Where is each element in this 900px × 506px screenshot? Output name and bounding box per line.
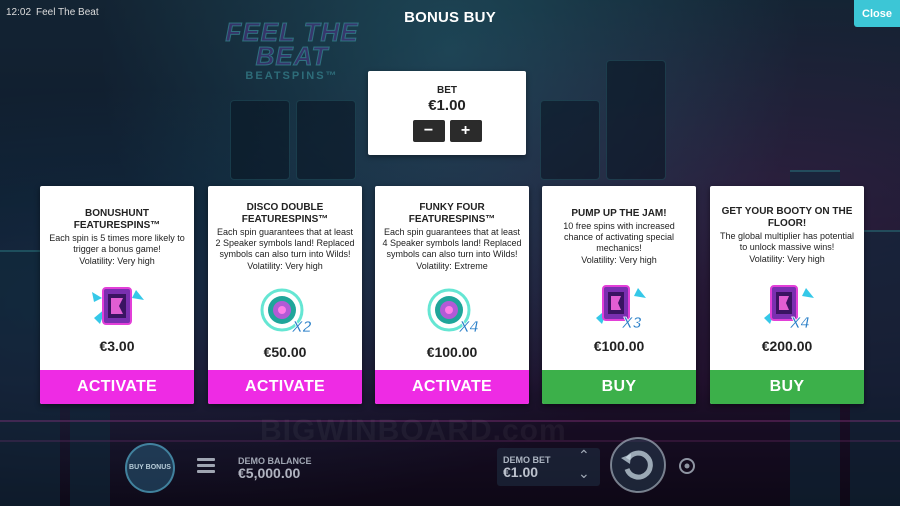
card-volatility: Volatility: Very high xyxy=(79,256,155,266)
card-volatility: Volatility: Very high xyxy=(581,255,657,265)
card-title: PUMP UP THE JAM! xyxy=(571,208,667,219)
card-price: €200.00 xyxy=(761,338,813,354)
demo-bet-value: €1.00 xyxy=(503,464,539,480)
page-title: BONUS BUY xyxy=(404,9,496,26)
bet-decrease-button[interactable]: − xyxy=(412,120,445,142)
buy-button[interactable]: BUY xyxy=(710,370,864,404)
activate-button[interactable]: ACTIVATE xyxy=(208,370,362,404)
bet-up-chevron-icon[interactable]: ⌃ xyxy=(578,447,590,464)
card-price: €100.00 xyxy=(593,338,645,354)
card-volatility: Volatility: Very high xyxy=(749,254,825,264)
icon-multiplier-label: X4 xyxy=(789,315,810,332)
bet-selector: BET €1.00 − + xyxy=(368,71,526,155)
bet-increase-button[interactable]: + xyxy=(449,120,482,142)
bet-value: €1.00 xyxy=(428,97,466,114)
disco-x4-icon: X4 xyxy=(421,284,483,340)
spin-icon xyxy=(610,437,666,493)
spin-button[interactable] xyxy=(609,436,667,494)
bonus-card-get-your-booty: GET YOUR BOOTY ON THE FLOOR! The global … xyxy=(710,186,864,404)
bet-controls: − + xyxy=(368,120,526,142)
card-description: Each spin guarantees that at least 2 Spe… xyxy=(215,227,355,259)
bonus-card-disco-double: DISCO DOUBLE FEATURESPINS™ Each spin gua… xyxy=(208,186,362,404)
bet-label: BET xyxy=(437,85,457,96)
card-price: €3.00 xyxy=(99,338,135,354)
speaker-x4-icon: X4 xyxy=(756,278,818,334)
autoplay-icon[interactable] xyxy=(677,456,697,476)
icon-multiplier-label: X2 xyxy=(291,319,312,336)
card-price: €100.00 xyxy=(426,344,478,360)
card-title: DISCO DOUBLE FEATURESPINS™ xyxy=(241,202,329,225)
icon-multiplier-label: X3 xyxy=(621,315,642,332)
buy-bonus-button[interactable]: BUY BONUS xyxy=(125,443,175,493)
bonus-card-bonushunt: BONUSHUNT FEATURESPINS™ Each spin is 5 t… xyxy=(40,186,194,404)
balance-value: €5,000.00 xyxy=(238,465,301,481)
speaker-x3-icon: X3 xyxy=(588,278,650,334)
icon-multiplier-label: X4 xyxy=(458,319,479,336)
disco-x2-icon: X2 xyxy=(254,284,316,340)
activate-button[interactable]: ACTIVATE xyxy=(375,370,529,404)
bet-down-chevron-icon[interactable]: ⌄ xyxy=(578,465,590,482)
card-title: GET YOUR BOOTY ON THE FLOOR! xyxy=(721,206,853,229)
card-volatility: Volatility: Extreme xyxy=(416,261,488,271)
card-description: The global multiplier has potential to u… xyxy=(719,231,855,252)
card-price: €50.00 xyxy=(263,344,307,360)
card-description: Each spin guarantees that at least 4 Spe… xyxy=(382,227,522,259)
menu-icon[interactable] xyxy=(197,458,215,474)
bonus-card-funky-four: FUNKY FOUR FEATURESPINS™ Each spin guara… xyxy=(375,186,529,404)
speaker-symbol-icon xyxy=(86,278,148,334)
card-title: FUNKY FOUR FEATURESPINS™ xyxy=(408,202,496,225)
card-description: 10 free spins with increased chance of a… xyxy=(563,221,675,253)
card-description: Each spin is 5 times more likely to trig… xyxy=(49,233,185,254)
activate-button[interactable]: ACTIVATE xyxy=(40,370,194,404)
card-title: BONUSHUNT FEATURESPINS™ xyxy=(73,208,161,231)
close-button[interactable]: Close xyxy=(854,0,900,27)
card-volatility: Volatility: Very high xyxy=(247,261,323,271)
buy-button[interactable]: BUY xyxy=(542,370,696,404)
bonus-card-pump-up-the-jam: PUMP UP THE JAM! 10 free spins with incr… xyxy=(542,186,696,404)
